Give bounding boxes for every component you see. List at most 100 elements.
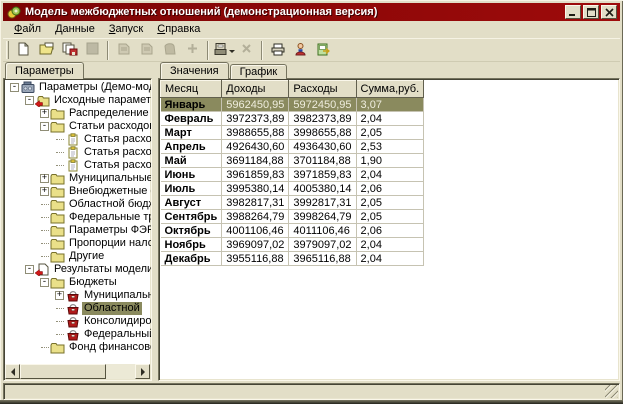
tab-chart[interactable]: График bbox=[230, 64, 288, 79]
value-cell[interactable]: 2,04 bbox=[356, 252, 424, 266]
collapse-toggle[interactable]: - bbox=[24, 265, 35, 274]
value-cell[interactable]: 4926430,60 bbox=[222, 140, 289, 154]
tree-item[interactable]: -Параметры (Демо-модель-2 bbox=[5, 81, 151, 94]
tree-item-label[interactable]: Параметры ФЭР bbox=[67, 224, 152, 237]
month-cell[interactable]: Март bbox=[161, 126, 222, 140]
table-row[interactable]: Апрель4926430,604936430,602,53 bbox=[161, 140, 424, 154]
table-row[interactable]: Март3988655,883998655,882,05 bbox=[161, 126, 424, 140]
value-cell[interactable]: 2,05 bbox=[356, 126, 424, 140]
collapse-toggle[interactable]: - bbox=[9, 83, 20, 92]
value-cell[interactable]: 2,05 bbox=[356, 210, 424, 224]
dropdown-caret-icon[interactable] bbox=[229, 50, 235, 56]
value-cell[interactable]: 4001106,46 bbox=[222, 224, 289, 238]
scroll-thumb[interactable] bbox=[20, 364, 106, 379]
export-button[interactable] bbox=[212, 40, 235, 61]
table-row[interactable]: Сентябрь3988264,793998264,792,05 bbox=[161, 210, 424, 224]
month-cell[interactable]: Декабрь bbox=[161, 252, 222, 266]
menu-run[interactable]: Запуск bbox=[102, 22, 150, 37]
tab-parameters[interactable]: Параметры bbox=[5, 62, 84, 79]
tree-item-label[interactable]: Муниципальные образ bbox=[67, 172, 152, 185]
value-cell[interactable]: 3988264,79 bbox=[222, 210, 289, 224]
value-cell[interactable]: 2,53 bbox=[356, 140, 424, 154]
value-cell[interactable]: 2,06 bbox=[356, 224, 424, 238]
tree-item-label[interactable]: Другие bbox=[67, 250, 106, 263]
column-header[interactable]: Расходы bbox=[289, 81, 356, 98]
toolbar-grip[interactable] bbox=[6, 41, 9, 59]
tree-item-label[interactable]: Бюджеты bbox=[67, 276, 119, 289]
expand-toggle[interactable]: + bbox=[39, 174, 50, 183]
tree-item-label[interactable]: Фонд финансовой под bbox=[67, 341, 152, 354]
month-cell[interactable]: Октябрь bbox=[161, 224, 222, 238]
menu-data[interactable]: Данные bbox=[48, 22, 102, 37]
value-cell[interactable]: 3972373,89 bbox=[222, 112, 289, 126]
value-cell[interactable]: 2,04 bbox=[356, 112, 424, 126]
value-cell[interactable]: 4011106,46 bbox=[289, 224, 356, 238]
tree-item[interactable]: Областной bbox=[5, 302, 151, 315]
tree-item[interactable]: Федеральные трансф bbox=[5, 211, 151, 224]
tree-item[interactable]: + Распределение налогов bbox=[5, 107, 151, 120]
table-row[interactable]: Июль3995380,144005380,142,06 bbox=[161, 182, 424, 196]
tree-item[interactable]: Статья расходов 2 bbox=[5, 146, 151, 159]
tree-item-label[interactable]: Статья расходов 1 bbox=[82, 133, 152, 146]
close-button[interactable] bbox=[601, 5, 617, 19]
tree-item-label[interactable]: Федеральные трансф bbox=[67, 211, 152, 224]
table-row[interactable]: Декабрь3955116,883965116,882,04 bbox=[161, 252, 424, 266]
month-cell[interactable]: Май bbox=[161, 154, 222, 168]
tree-item-label[interactable]: Муниципальных о bbox=[82, 289, 152, 302]
value-cell[interactable]: 3,07 bbox=[356, 98, 424, 112]
user-button[interactable] bbox=[289, 40, 312, 61]
value-cell[interactable]: 4936430,60 bbox=[289, 140, 356, 154]
menu-file[interactable]: Файл bbox=[7, 22, 48, 37]
tree-horizontal-scrollbar[interactable] bbox=[5, 364, 150, 379]
tree-item[interactable]: Областной бюджет bbox=[5, 198, 151, 211]
tree-item-label[interactable]: Федеральный bbox=[82, 328, 152, 341]
month-cell[interactable]: Февраль bbox=[161, 112, 222, 126]
value-cell[interactable]: 3965116,88 bbox=[289, 252, 356, 266]
tree-item[interactable]: Федеральный bbox=[5, 328, 151, 341]
value-cell[interactable]: 1,90 bbox=[356, 154, 424, 168]
scroll-right-button[interactable] bbox=[135, 364, 150, 379]
tree-item[interactable]: - Статьи расходов bbox=[5, 120, 151, 133]
tree-item[interactable]: Другие bbox=[5, 250, 151, 263]
tree-item[interactable]: - Бюджеты bbox=[5, 276, 151, 289]
tree-item-label[interactable]: Внебюджетные фонды bbox=[67, 185, 152, 198]
table-row[interactable]: Октябрь4001106,464011106,462,06 bbox=[161, 224, 424, 238]
column-header[interactable]: Сумма,руб. bbox=[356, 81, 424, 98]
value-cell[interactable]: 3701184,88 bbox=[289, 154, 356, 168]
expand-toggle[interactable]: + bbox=[39, 109, 50, 118]
tree-item[interactable]: -Результаты моделирован bbox=[5, 263, 151, 276]
month-cell[interactable]: Апрель bbox=[161, 140, 222, 154]
table-row[interactable]: Январь5962450,955972450,953,07 bbox=[161, 98, 424, 112]
tree-item[interactable]: +Муниципальных о bbox=[5, 289, 151, 302]
tree-item-label[interactable]: Областной бюджет bbox=[67, 198, 152, 211]
collapse-toggle[interactable]: - bbox=[39, 278, 50, 287]
value-cell[interactable]: 3998655,88 bbox=[289, 126, 356, 140]
value-cell[interactable]: 3979097,02 bbox=[289, 238, 356, 252]
value-cell[interactable]: 3988655,88 bbox=[222, 126, 289, 140]
value-cell[interactable]: 3998264,79 bbox=[289, 210, 356, 224]
collapse-toggle[interactable]: - bbox=[39, 122, 50, 131]
new-button[interactable] bbox=[12, 40, 35, 61]
exit-button[interactable] bbox=[312, 40, 335, 61]
month-cell[interactable]: Ноябрь bbox=[161, 238, 222, 252]
month-cell[interactable]: Июль bbox=[161, 182, 222, 196]
tree-item-label[interactable]: Распределение налогов bbox=[67, 107, 152, 120]
value-cell[interactable]: 3969097,02 bbox=[222, 238, 289, 252]
table-row[interactable]: Май3691184,883701184,881,90 bbox=[161, 154, 424, 168]
value-cell[interactable]: 3982817,31 bbox=[222, 196, 289, 210]
value-cell[interactable]: 3955116,88 bbox=[222, 252, 289, 266]
tree-item[interactable]: -Исходные параметры bbox=[5, 94, 151, 107]
tree-item[interactable]: Параметры ФЭР bbox=[5, 224, 151, 237]
tree-item[interactable]: Фонд финансовой под bbox=[5, 341, 151, 354]
table-row[interactable]: Февраль3972373,893982373,892,04 bbox=[161, 112, 424, 126]
tree-item-label[interactable]: Исходные параметры bbox=[52, 94, 152, 107]
scroll-track[interactable] bbox=[20, 364, 135, 379]
tree-item[interactable]: Статья расходов 1 bbox=[5, 133, 151, 146]
value-cell[interactable]: 2,05 bbox=[356, 196, 424, 210]
tree-item-label[interactable]: Областной bbox=[82, 302, 142, 315]
menu-help[interactable]: Справка bbox=[150, 22, 207, 37]
value-cell[interactable]: 3992817,31 bbox=[289, 196, 356, 210]
tree-item-label[interactable]: Статьи расходов bbox=[67, 120, 152, 133]
value-cell[interactable]: 5972450,95 bbox=[289, 98, 356, 112]
value-cell[interactable]: 3961859,83 bbox=[222, 168, 289, 182]
